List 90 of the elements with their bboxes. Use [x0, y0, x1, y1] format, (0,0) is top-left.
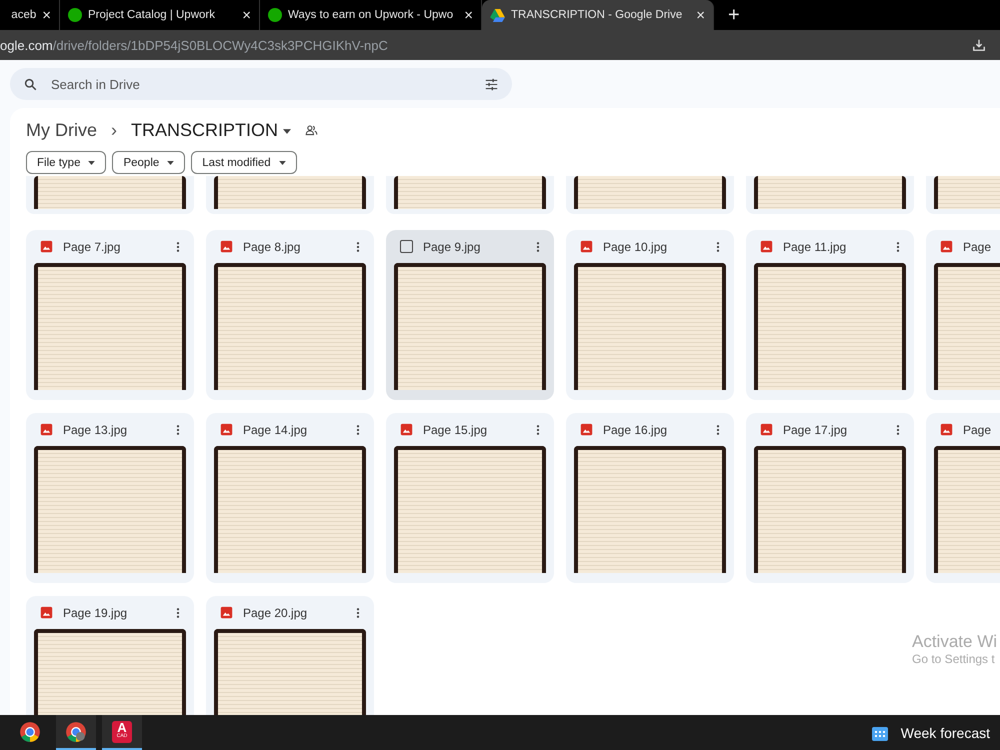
more-options-icon[interactable] [356, 606, 360, 618]
file-name: Page 7.jpg [63, 240, 122, 254]
image-file-icon [220, 606, 233, 619]
file-card[interactable]: Page 16.jpg [566, 413, 734, 583]
breadcrumb-separator: › [111, 120, 117, 141]
file-card[interactable]: Page 11.jpg [746, 230, 914, 400]
search-icon [24, 78, 37, 90]
file-card[interactable] [566, 176, 734, 214]
file-card[interactable]: Page [926, 413, 1000, 583]
caret-icon [283, 128, 292, 134]
file-card[interactable]: Page 7.jpg [26, 230, 194, 400]
close-icon[interactable]: × [242, 6, 251, 24]
more-options-icon[interactable] [176, 240, 180, 252]
caret-icon [278, 160, 286, 164]
file-card[interactable]: Page 17.jpg [746, 413, 914, 583]
more-options-icon[interactable] [356, 240, 360, 252]
more-options-icon[interactable] [896, 240, 900, 252]
logo-icon [68, 8, 82, 22]
image-file-icon [940, 423, 953, 436]
file-name: Page [963, 240, 992, 254]
new-tab-button[interactable]: + [728, 4, 740, 26]
image-file-icon [220, 423, 233, 436]
more-options-icon[interactable] [176, 606, 180, 618]
browser-logo-icon [65, 720, 87, 742]
image-file-icon [760, 423, 773, 436]
file-name: Page 8.jpg [243, 240, 302, 254]
file-card[interactable] [206, 176, 374, 214]
file-name: Page 13.jpg [63, 422, 128, 436]
image-file-icon [580, 423, 593, 436]
file-card[interactable]: Page 15.jpg [386, 413, 554, 583]
download-icon[interactable] [972, 38, 986, 52]
image-file-icon [40, 240, 53, 253]
file-card[interactable]: Page 9.jpg [386, 230, 554, 400]
more-options-icon[interactable] [176, 424, 180, 436]
close-icon[interactable]: × [696, 6, 705, 24]
image-file-icon [940, 240, 953, 253]
triangle-logo-icon [490, 8, 505, 22]
image-file-icon [580, 240, 593, 253]
file-card[interactable]: Page 20.jpg [206, 596, 374, 715]
more-options-icon[interactable] [896, 424, 900, 436]
file-name: Page 20.jpg [243, 606, 308, 620]
image-file-icon [40, 423, 53, 436]
caret-icon [88, 160, 96, 164]
file-card[interactable]: Page [926, 230, 1000, 400]
browser-tab[interactable]: TRANSCRIPTION - Google Drive × [482, 0, 714, 30]
filter-dropdown[interactable]: People [112, 151, 186, 174]
caret-icon [167, 160, 174, 164]
search-field[interactable]: Search in Drive [10, 68, 512, 100]
checkbox[interactable] [400, 240, 413, 253]
file-name: Page [963, 422, 992, 436]
more-options-icon[interactable] [536, 240, 540, 252]
more-options-icon[interactable] [356, 424, 360, 436]
taskbar-app[interactable] [56, 715, 96, 750]
file-card[interactable]: Page 13.jpg [26, 413, 194, 583]
folder-title-button[interactable]: TRANSCRIPTION [131, 120, 292, 141]
more-options-icon[interactable] [716, 424, 720, 436]
image-file-icon [760, 240, 773, 253]
file-card[interactable]: Page 10.jpg [566, 230, 734, 400]
file-name: Page 9.jpg [423, 240, 482, 254]
close-icon[interactable]: × [42, 6, 51, 24]
breadcrumb-link[interactable]: My Drive [26, 120, 97, 141]
file-name: Page 17.jpg [783, 422, 848, 436]
close-icon[interactable]: × [464, 6, 473, 24]
image-file-icon [40, 606, 53, 619]
file-name: Page 15.jpg [423, 422, 488, 436]
file-card[interactable] [386, 176, 554, 214]
image-file-icon [400, 423, 413, 436]
file-name: Page 14.jpg [243, 422, 308, 436]
file-card[interactable] [26, 176, 194, 214]
file-name: Page 16.jpg [603, 422, 668, 436]
more-options-icon[interactable] [536, 424, 540, 436]
logo-icon [268, 8, 282, 22]
more-options-icon[interactable] [716, 240, 720, 252]
search-input[interactable]: Search in Drive [49, 76, 473, 92]
file-name: Page 11.jpg [783, 240, 848, 254]
file-card[interactable] [746, 176, 914, 214]
filter-dropdown[interactable]: File type [26, 151, 106, 174]
file-card[interactable]: Page 14.jpg [206, 413, 374, 583]
people-icon[interactable] [305, 124, 318, 137]
image-file-icon [220, 240, 233, 253]
activation-title: Activate Wi [912, 632, 998, 652]
activation-subtitle: Go to Settings t [912, 652, 996, 666]
file-card[interactable]: Page 8.jpg [206, 230, 374, 400]
filter-sliders-icon[interactable] [485, 78, 498, 90]
browser-logo-icon [19, 720, 41, 742]
file-name: Page 19.jpg [63, 606, 128, 620]
file-card[interactable]: Page 19.jpg [26, 596, 194, 715]
file-name: Page 10.jpg [603, 240, 668, 254]
weather-widget-label[interactable]: Week forecast [900, 724, 990, 740]
filter-dropdown[interactable]: Last modified [191, 151, 297, 174]
